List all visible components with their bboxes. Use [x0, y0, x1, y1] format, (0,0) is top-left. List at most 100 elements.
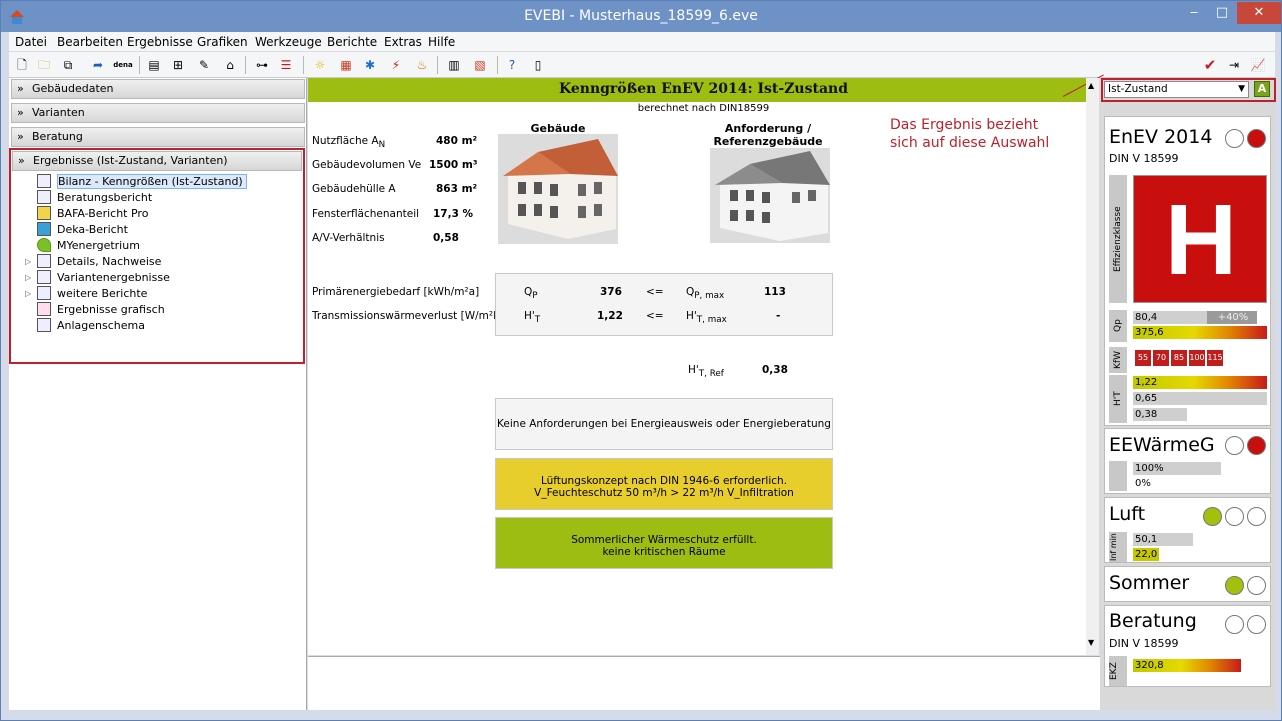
documents-icon	[37, 270, 51, 284]
toolbar: 🗋 🗀 ⧉ ➦ dena ▤ ⊞ ✎ ⌂ ⊶ ☰ ☼ ▦ ✱ ⚡ ♨ ▥ ▧ ?…	[9, 52, 1275, 78]
menu-ergebnisse[interactable]: Ergebnisse	[127, 35, 193, 49]
chart-report-icon[interactable]: ▧	[471, 56, 489, 74]
expand-icon[interactable]: ▷	[25, 286, 31, 302]
fenster-label: Fensterflächenanteil	[312, 208, 420, 220]
wall-icon[interactable]: ▦	[337, 56, 355, 74]
le-symbol: <=	[646, 286, 664, 298]
luft-bar-2: 22,0	[1133, 548, 1159, 561]
luft-title: Luft	[1109, 503, 1146, 525]
section-varianten[interactable]: » Varianten	[11, 103, 305, 123]
check-icon[interactable]: ✔	[1201, 56, 1219, 74]
tree-item-variantenergebnisse[interactable]: ▷ Variantenergebnisse	[25, 270, 170, 286]
status-bar	[9, 710, 1275, 720]
luft-card: Luft Inf min 50,1 22,0	[1104, 497, 1271, 563]
ee-side-label	[1109, 461, 1127, 491]
bottom-panel	[308, 656, 1100, 710]
menu-datei[interactable]: Datei	[15, 35, 47, 49]
menu-grafiken[interactable]: Grafiken	[197, 35, 248, 49]
new-file-icon[interactable]: 🗋	[13, 56, 31, 74]
annotation-text: Das Ergebnis bezieht sich auf diese Auswa…	[890, 117, 1050, 151]
center-scrollbar[interactable]: ▼ ▲	[1086, 78, 1099, 655]
tree-item-myenergetrium[interactable]: MYenergetrium	[37, 238, 140, 254]
fenster-value: 17,3 %	[433, 208, 474, 220]
beratung-subtitle: DIN V 18599	[1109, 637, 1179, 650]
minimize-button[interactable]: ‒	[1181, 2, 1207, 24]
copy-icon[interactable]: ⧉	[59, 56, 77, 74]
chevron-right-icon: »	[17, 130, 24, 143]
expand-icon[interactable]: ▷	[25, 270, 31, 286]
structure-icon[interactable]: ⊶	[253, 56, 271, 74]
kfw-badge: 115	[1207, 350, 1223, 366]
effklasse-label: Effizienzklasse	[1109, 175, 1127, 303]
dimension-icon[interactable]: ⊞	[169, 56, 187, 74]
status-circle-green	[1225, 576, 1244, 595]
section-ergebnisse[interactable]: » Ergebnisse (Ist-Zustand, Varianten)	[12, 151, 302, 171]
menu-werkzeuge[interactable]: Werkzeuge	[255, 35, 322, 49]
calculator-icon[interactable]: ▯	[529, 56, 547, 74]
tree-item-deka[interactable]: Deka-Bericht	[37, 222, 128, 238]
menu-bearbeiten[interactable]: Bearbeiten	[57, 35, 123, 49]
tree-item-bilanz[interactable]: Bilanz - Kenngrößen (Ist-Zustand)	[37, 174, 247, 190]
center-header: Kenngrößen EnEV 2014: Ist-Zustand	[308, 78, 1099, 102]
menu-bar: Datei Bearbeiten Ergebnisse Grafiken Wer…	[9, 32, 1275, 52]
close-button[interactable]: ✕	[1237, 2, 1281, 24]
heating-icon[interactable]: ♨	[413, 56, 431, 74]
table-icon	[37, 174, 51, 188]
enev-card: EnEV 2014 DIN V 18599 Effizienzklasse H …	[1104, 116, 1271, 426]
section-beratung[interactable]: » Beratung	[11, 127, 305, 147]
menu-hilfe[interactable]: Hilfe	[428, 35, 455, 49]
menu-berichte[interactable]: Berichte	[327, 35, 377, 49]
status-circle	[1225, 615, 1244, 634]
status-circle	[1247, 507, 1266, 526]
menu-extras[interactable]: Extras	[384, 35, 422, 49]
status-circle	[1247, 615, 1266, 634]
document-icon[interactable]: ▤	[145, 56, 163, 74]
pen-icon[interactable]: ✎	[195, 56, 213, 74]
status-circle-red	[1247, 129, 1266, 148]
transfer-icon[interactable]: ⇥	[1225, 56, 1243, 74]
info-box-sommer: Sommerlicher Wärmeschutz erfüllt. keine k…	[495, 517, 833, 569]
av-value: 0,58	[433, 232, 459, 244]
kfw-badge: 70	[1153, 350, 1169, 366]
list-icon[interactable]: ☰	[277, 56, 295, 74]
expand-icon[interactable]: ▷	[25, 254, 31, 270]
report-icon[interactable]: ▥	[445, 56, 463, 74]
tree-item-grafisch[interactable]: Ergebnisse grafisch	[37, 302, 165, 318]
sun-icon[interactable]: ☼	[311, 56, 329, 74]
info-box-requirements: Keine Anforderungen bei Energieausweis o…	[495, 398, 833, 450]
efficiency-class-badge: H	[1133, 175, 1267, 303]
tree-item-beratungsbericht[interactable]: Beratungsbericht	[37, 190, 152, 206]
huelle-label: Gebäudehülle A	[312, 183, 396, 195]
forward-icon[interactable]: ➦	[89, 56, 107, 74]
graph-icon[interactable]: 📈	[1249, 56, 1267, 74]
main-window: EVEBI - Musterhaus_18599_6.eve ‒ □ ✕ Dat…	[0, 0, 1282, 721]
htmax-value: -	[776, 310, 781, 322]
page-title: Kenngrößen EnEV 2014: Ist-Zustand	[559, 81, 848, 97]
kfw-badges: 55 70 85 100 115	[1135, 350, 1245, 366]
ht-side-label: H'T	[1109, 375, 1127, 423]
tree-item-anlagenschema[interactable]: Anlagenschema	[37, 318, 145, 334]
requirements-box: QP 376 <= QP, max 113 H'T 1,22 <= H'T, m…	[495, 273, 833, 336]
huelle-value: 863 m²	[436, 183, 478, 195]
house-icon[interactable]: ⌂	[221, 56, 239, 74]
beratung-card: Beratung DIN V 18599 EKZ 320,8	[1104, 605, 1271, 687]
tree-item-details[interactable]: ▷ Details, Nachweise	[25, 254, 161, 270]
tree-item-weitere-berichte[interactable]: ▷ weitere Berichte	[25, 286, 147, 302]
ventilation-icon[interactable]: ✱	[361, 56, 379, 74]
bafa-icon	[37, 206, 51, 220]
chevron-down-icon: »	[18, 154, 25, 167]
electricity-icon[interactable]: ⚡	[387, 56, 405, 74]
status-circle	[1247, 576, 1266, 595]
tree-item-bafa[interactable]: BAFA-Bericht Pro	[37, 206, 148, 222]
help-icon[interactable]: ?	[503, 56, 521, 74]
page-subtitle: berechnet nach DIN18599	[637, 103, 770, 114]
ee-bar-2: 0%	[1133, 477, 1221, 490]
enev-title: EnEV 2014	[1109, 126, 1213, 148]
maximize-button[interactable]: □	[1209, 2, 1235, 24]
sommer-card: Sommer	[1104, 566, 1271, 602]
dropdown-highlight-frame	[1101, 78, 1276, 102]
section-gebaeudedaten[interactable]: » Gebäudedaten	[11, 79, 305, 99]
dena-icon[interactable]: dena	[111, 56, 135, 74]
building-image	[498, 134, 618, 244]
open-folder-icon[interactable]: 🗀	[35, 56, 53, 74]
